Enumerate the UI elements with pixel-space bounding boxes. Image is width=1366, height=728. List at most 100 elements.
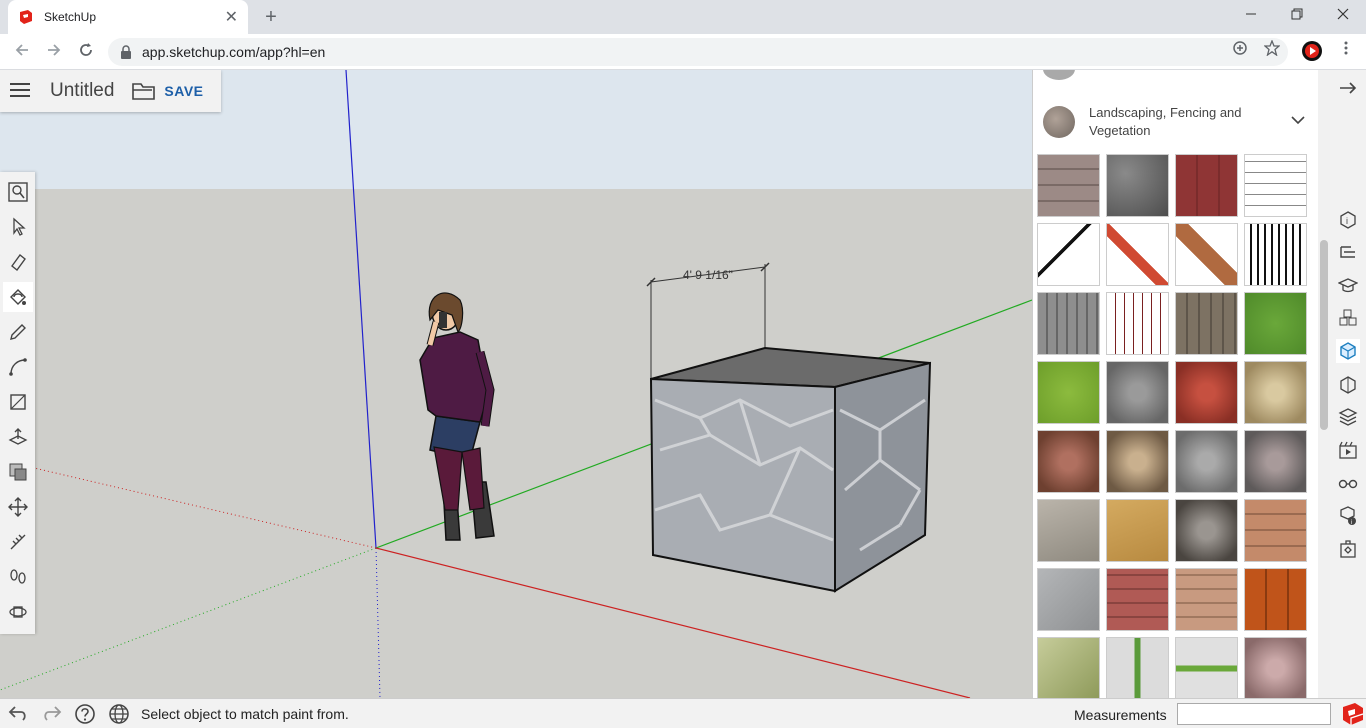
material-swatch-red-pavers[interactable]	[1106, 568, 1169, 631]
material-swatch-red-lattice[interactable]	[1106, 223, 1169, 286]
sketchup-app: 4' 9 1/16" Untitled SAVE Landscaping, Fe…	[0, 70, 1366, 698]
browser-menu-icon[interactable]	[1334, 40, 1358, 64]
person-figure[interactable]	[419, 292, 495, 541]
offset-tool-icon[interactable]	[3, 457, 33, 487]
status-message: Select object to match paint from.	[141, 706, 349, 722]
extensions-icon[interactable]	[1336, 537, 1360, 561]
material-swatch-mossy-flagstone[interactable]	[1037, 637, 1100, 698]
components-icon[interactable]	[1336, 306, 1360, 330]
red-axis	[375, 547, 971, 698]
material-swatch-iron-fence[interactable]	[1244, 223, 1307, 286]
material-swatch-gray-stone-blocks[interactable]	[1106, 154, 1169, 217]
material-swatch-gray-flagstone[interactable]	[1037, 568, 1100, 631]
model-info-icon[interactable]: i	[1336, 504, 1360, 528]
material-swatch-tan-gravel[interactable]	[1244, 361, 1307, 424]
back-arrow-icon[interactable]	[10, 40, 34, 64]
material-swatch-orange-tiles[interactable]	[1244, 568, 1307, 631]
right-panel-rail: i i	[1330, 70, 1366, 698]
hamburger-menu-icon[interactable]	[0, 78, 40, 104]
rectangle-tool-icon[interactable]	[3, 387, 33, 417]
material-swatch-gray-gravel[interactable]	[1106, 361, 1169, 424]
entity-info-icon[interactable]: i	[1336, 208, 1360, 232]
pencil-tool-icon[interactable]	[3, 317, 33, 347]
profile-avatar-icon[interactable]	[1300, 40, 1324, 64]
arrow-right-icon[interactable]	[1336, 76, 1360, 100]
open-folder-icon[interactable]	[132, 81, 156, 101]
material-swatch-gray-sand[interactable]	[1037, 499, 1100, 562]
add-icon[interactable]	[1228, 40, 1252, 64]
material-swatch-barbed-wire[interactable]	[1244, 154, 1307, 217]
green-axis-negative	[0, 547, 377, 691]
material-swatch-white-fence[interactable]	[1106, 292, 1169, 355]
material-swatch-grass-pavers[interactable]	[1106, 637, 1169, 698]
url-field[interactable]: app.sketchup.com/app?hl=en	[108, 38, 1288, 66]
save-button[interactable]: SAVE	[164, 83, 203, 99]
material-swatch-yellow-sand[interactable]	[1106, 499, 1169, 562]
material-category-dropdown[interactable]: Landscaping, Fencing and Vegetation	[1033, 100, 1329, 150]
material-swatch-gray-pebbles[interactable]	[1175, 430, 1238, 493]
close-window-icon[interactable]	[1320, 0, 1366, 30]
material-swatch-brown-pebbles[interactable]	[1037, 430, 1100, 493]
material-swatch-mixed-gravel[interactable]	[1244, 430, 1307, 493]
minimize-window-icon[interactable]	[1228, 0, 1274, 30]
globe-icon[interactable]	[107, 702, 131, 726]
tape-measure-tool-icon[interactable]	[3, 527, 33, 557]
display-icon[interactable]	[1336, 471, 1360, 495]
material-swatch-grass-stones[interactable]	[1175, 637, 1238, 698]
material-swatch-red-gravel[interactable]	[1175, 361, 1238, 424]
previous-category-swatch[interactable]	[1043, 70, 1075, 80]
move-tool-icon[interactable]	[3, 492, 33, 522]
select-tool-icon[interactable]	[3, 212, 33, 242]
paint-bucket-tool-icon[interactable]	[3, 282, 33, 312]
orbit-tool-icon[interactable]	[3, 597, 33, 627]
material-swatch-gray-picket[interactable]	[1037, 292, 1100, 355]
materials-scrollbar[interactable]	[1318, 70, 1330, 698]
measurements-input[interactable]	[1177, 703, 1331, 725]
blue-axis-negative	[375, 547, 381, 698]
instructor-icon[interactable]	[1336, 274, 1360, 298]
help-icon[interactable]	[73, 702, 97, 726]
new-tab-button[interactable]: +	[258, 4, 284, 30]
chevron-down-icon[interactable]	[1291, 112, 1305, 130]
lock-icon	[121, 45, 131, 59]
materials-icon[interactable]	[1336, 339, 1360, 363]
reload-icon[interactable]	[74, 40, 98, 64]
blue-axis	[345, 70, 377, 549]
scenes-icon[interactable]	[1336, 438, 1360, 462]
3d-viewport[interactable]: 4' 9 1/16"	[0, 70, 1032, 698]
sketchup-logo-icon[interactable]	[1340, 701, 1366, 727]
title-bar: Untitled SAVE	[0, 70, 221, 112]
bookmark-star-icon[interactable]	[1260, 39, 1284, 64]
undo-icon[interactable]	[6, 702, 30, 726]
forward-arrow-icon[interactable]	[42, 40, 66, 64]
material-swatch-wood-cross[interactable]	[1175, 223, 1238, 286]
tags-icon[interactable]	[1336, 405, 1360, 429]
browser-tab[interactable]: SketchUp ✕	[8, 0, 248, 34]
stone-cube[interactable]	[649, 346, 932, 593]
material-swatch-speckled-gravel[interactable]	[1175, 499, 1238, 562]
material-swatch-grass-dark[interactable]	[1244, 292, 1307, 355]
redo-icon[interactable]	[40, 702, 64, 726]
material-swatch-grass-light[interactable]	[1037, 361, 1100, 424]
material-swatch-pink-gravel[interactable]	[1244, 637, 1307, 698]
material-swatch-tan-cobble[interactable]	[1175, 568, 1238, 631]
document-title[interactable]: Untitled	[50, 80, 114, 102]
outliner-icon[interactable]	[1336, 242, 1360, 266]
material-swatch-tan-pavers[interactable]	[1244, 499, 1307, 562]
push-pull-tool-icon[interactable]	[3, 422, 33, 452]
scrollbar-thumb[interactable]	[1320, 240, 1328, 430]
search-tool-icon[interactable]	[3, 177, 33, 207]
material-swatch-wood-planks[interactable]	[1175, 292, 1238, 355]
styles-icon[interactable]	[1336, 373, 1360, 397]
materials-panel: Landscaping, Fencing and Vegetation	[1032, 70, 1328, 698]
eraser-tool-icon[interactable]	[3, 247, 33, 277]
arc-tool-icon[interactable]	[3, 352, 33, 382]
walk-tool-icon[interactable]	[3, 562, 33, 592]
material-swatch-red-brick[interactable]	[1175, 154, 1238, 217]
restore-window-icon[interactable]	[1274, 0, 1320, 30]
svg-text:i: i	[1351, 520, 1352, 526]
tab-close-icon[interactable]: ✕	[225, 7, 238, 27]
material-swatch-chain-link[interactable]	[1037, 223, 1100, 286]
material-swatch-river-rocks[interactable]	[1106, 430, 1169, 493]
material-swatch-brick-pavers[interactable]	[1037, 154, 1100, 217]
